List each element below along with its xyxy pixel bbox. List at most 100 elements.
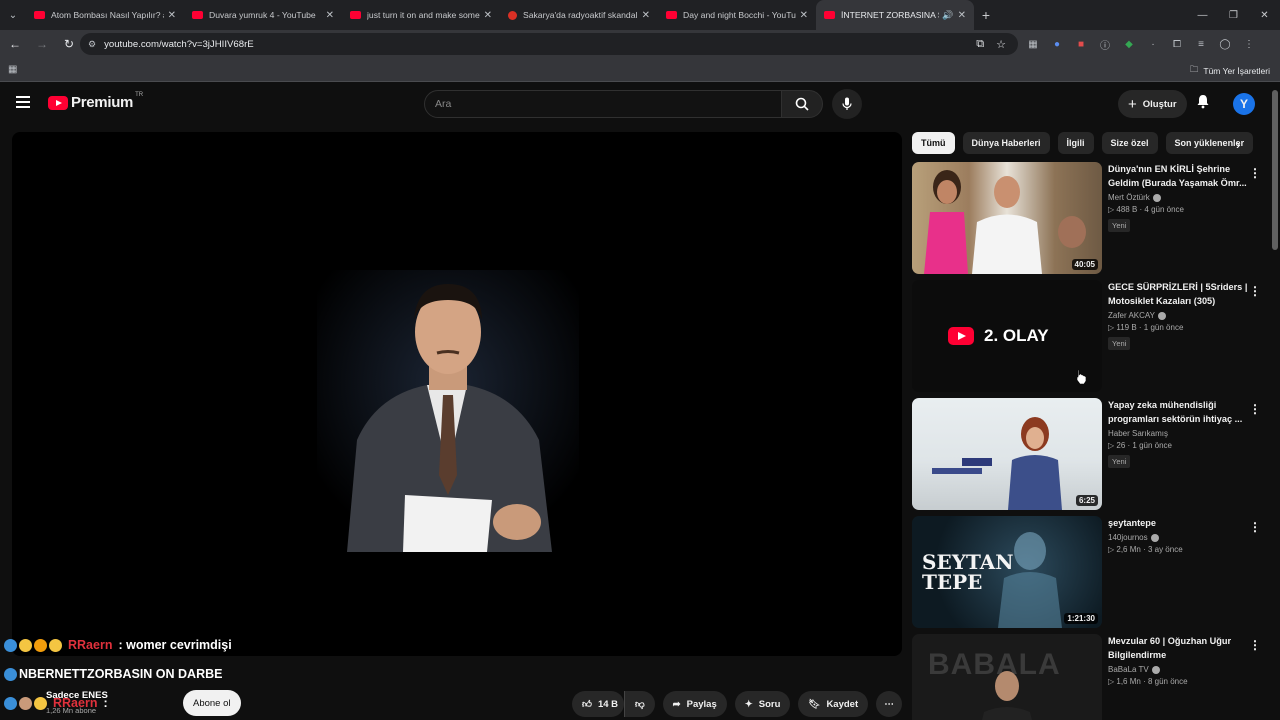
- browser-tab[interactable]: Atom Bombası Nasıl Yapılır? #s ✕: [26, 0, 184, 30]
- recommendation-item[interactable]: 6:25 Yapay zeka mühendisliği programları…: [912, 398, 1268, 510]
- avatar-icon: [19, 696, 32, 710]
- more-actions-icon[interactable]: ⋯: [876, 691, 903, 717]
- video-title[interactable]: Dünya'nın EN KİRLİ Şehrine Geldim (Burad…: [1108, 162, 1248, 190]
- close-tab-icon[interactable]: ✕: [168, 10, 176, 21]
- extensions-puzzle-icon[interactable]: ⧠: [1169, 36, 1185, 52]
- video-meta: ▷ 119 B · 1 gün önce: [1108, 323, 1184, 332]
- video-thumbnail[interactable]: 6:25: [912, 398, 1102, 510]
- browser-tab-strip: ⌄ Atom Bombası Nasıl Yapılır? #s ✕ Duvara…: [0, 0, 1280, 30]
- channel-subscribers: 1,26 Mn abone: [46, 706, 97, 715]
- youtube-play-icon: [48, 95, 68, 110]
- video-thumbnail[interactable]: 40:05: [912, 162, 1102, 274]
- extension-icon[interactable]: ▦: [1025, 36, 1041, 52]
- chip-related[interactable]: İlgili: [1057, 132, 1094, 154]
- browser-tab[interactable]: Day and night Bocchi - YouTub ✕: [658, 0, 816, 30]
- youtube-logo[interactable]: Premium TR: [48, 92, 143, 111]
- close-tab-icon[interactable]: ✕: [484, 10, 492, 21]
- install-app-icon[interactable]: ⧉: [976, 38, 984, 51]
- speaker-icon[interactable]: 🔊: [942, 10, 953, 21]
- reload-icon[interactable]: ↻: [57, 37, 81, 51]
- microphone-icon[interactable]: [832, 89, 862, 119]
- extension-icon[interactable]: ■: [1073, 36, 1089, 52]
- close-tab-icon[interactable]: ✕: [326, 10, 334, 21]
- create-button[interactable]: + Oluştur: [1118, 90, 1187, 118]
- close-tab-icon[interactable]: ✕: [958, 10, 966, 21]
- video-title[interactable]: Mevzular 60 | Oğuzhan Uğur Bilgilendirme: [1108, 634, 1248, 662]
- like-button[interactable]: 👍︎ 14 B: [572, 691, 625, 717]
- chip-all[interactable]: Tümü: [912, 132, 955, 154]
- more-options-icon[interactable]: ⋮: [1249, 284, 1261, 298]
- extension-icon[interactable]: ·: [1145, 36, 1161, 52]
- extension-icon[interactable]: ●: [1049, 36, 1065, 52]
- video-player[interactable]: [12, 132, 902, 656]
- thumbnail-art: [932, 417, 1062, 510]
- video-thumbnail[interactable]: SEYTAN TEPE 1:21:30: [912, 516, 1102, 628]
- verified-icon: [1151, 665, 1160, 674]
- back-icon[interactable]: ←: [3, 37, 27, 51]
- search-input[interactable]: [435, 98, 781, 110]
- video-frame-presenter: [317, 270, 579, 552]
- badge-icon: [4, 667, 17, 681]
- extension-icon[interactable]: ⓘ: [1097, 36, 1113, 52]
- channel-name[interactable]: Sadece ENES: [46, 690, 108, 701]
- site-settings-icon[interactable]: ⚙: [88, 39, 96, 50]
- close-window-icon[interactable]: ✕: [1249, 0, 1280, 30]
- close-tab-icon[interactable]: ✕: [642, 10, 650, 21]
- browser-tab[interactable]: Duvara yumruk 4 - YouTube ✕: [184, 0, 342, 30]
- save-button[interactable]: 🔖︎ Kaydet: [798, 691, 869, 717]
- recommendation-item[interactable]: SEYTAN TEPE 1:21:30 şeytantepe 140journo…: [912, 516, 1268, 628]
- subscribe-button[interactable]: Abone ol: [183, 690, 241, 716]
- browser-tab[interactable]: just turn it on and make someth ✕: [342, 0, 500, 30]
- share-button[interactable]: ➦ Paylaş: [662, 691, 727, 717]
- avatar[interactable]: Y: [1233, 93, 1255, 115]
- video-title[interactable]: şeytantepe: [1108, 516, 1248, 530]
- forward-icon[interactable]: →: [30, 37, 54, 51]
- video-meta: ▷ 26 · 1 gün önce: [1108, 441, 1172, 450]
- recommendation-item[interactable]: 40:05 Dünya'nın EN KİRLİ Şehrine Geldim …: [912, 162, 1268, 274]
- more-options-icon[interactable]: ⋮: [1249, 520, 1261, 534]
- notifications-bell-icon[interactable]: [1196, 94, 1210, 112]
- search-icon[interactable]: [781, 90, 823, 118]
- more-options-icon[interactable]: ⋮: [1249, 638, 1261, 652]
- restore-icon[interactable]: ❐: [1218, 0, 1249, 30]
- channel-line: Zafer AKCAY: [1108, 311, 1248, 320]
- video-title[interactable]: Yapay zeka mühendisliği programları sekt…: [1108, 398, 1248, 426]
- page-scrollbar[interactable]: [1272, 90, 1278, 250]
- channel-line: Mert Öztürk: [1108, 193, 1248, 202]
- dislike-button[interactable]: 👎︎: [624, 691, 655, 717]
- url-bar[interactable]: ⚙ youtube.com/watch?v=3jJHIIV68rE ⧉ ☆: [80, 33, 1018, 55]
- browser-menu-icon[interactable]: ⋮: [1241, 36, 1257, 52]
- moon-icon: [19, 638, 32, 652]
- new-tab-icon[interactable]: +: [974, 7, 998, 23]
- chip-world-news[interactable]: Dünya Haberleri: [962, 132, 1050, 154]
- profile-icon[interactable]: ◯: [1217, 36, 1233, 52]
- video-info: Dünya'nın EN KİRLİ Şehrine Geldim (Burad…: [1108, 162, 1248, 233]
- new-badge: Yeni: [1108, 455, 1131, 468]
- recommendation-item[interactable]: BABALA Mevzular 60 | Oğuzhan Uğur Bilgil…: [912, 634, 1268, 720]
- apps-grid-icon[interactable]: ▦: [8, 64, 17, 75]
- browser-tab-active[interactable]: İNTERNET ZORBASINA SON🔊✕: [816, 0, 974, 30]
- tab-search-icon[interactable]: ⌄: [0, 0, 26, 30]
- more-options-icon[interactable]: ⋮: [1249, 166, 1261, 180]
- menu-icon[interactable]: [16, 96, 30, 108]
- extension-icon[interactable]: ◆: [1121, 36, 1137, 52]
- bookmark-star-icon[interactable]: ☆: [996, 38, 1006, 51]
- recommendation-item[interactable]: 2. OLAY GECE SÜRPRİZLERİ | 5Sriders | Mo…: [912, 280, 1268, 392]
- news-favicon-icon: [508, 10, 517, 20]
- ask-button[interactable]: ✦ Soru: [734, 691, 791, 717]
- badge-icon: [4, 638, 17, 652]
- browser-tab[interactable]: Sakarya'da radyoaktif skandalı ✕: [500, 0, 658, 30]
- all-bookmarks-button[interactable]: 🗀 Tüm Yer İşaretleri: [1190, 64, 1270, 78]
- chevron-right-icon[interactable]: ›: [1236, 136, 1241, 152]
- video-title[interactable]: GECE SÜRPRİZLERİ | 5Sriders | Motosiklet…: [1108, 280, 1248, 308]
- more-options-icon[interactable]: ⋮: [1249, 402, 1261, 416]
- video-thumbnail[interactable]: BABALA: [912, 634, 1102, 720]
- thumbnail-figure: [998, 532, 1062, 628]
- video-thumbnail[interactable]: 2. OLAY: [912, 280, 1102, 392]
- close-tab-icon[interactable]: ✕: [800, 10, 808, 21]
- minimize-icon[interactable]: —: [1187, 0, 1218, 30]
- url-text[interactable]: youtube.com/watch?v=3jJHIIV68rE: [104, 39, 976, 50]
- reading-list-icon[interactable]: ≡: [1193, 36, 1209, 52]
- chip-for-you[interactable]: Size özel: [1101, 132, 1158, 154]
- thumbnail-art: 2. OLAY: [948, 326, 1049, 346]
